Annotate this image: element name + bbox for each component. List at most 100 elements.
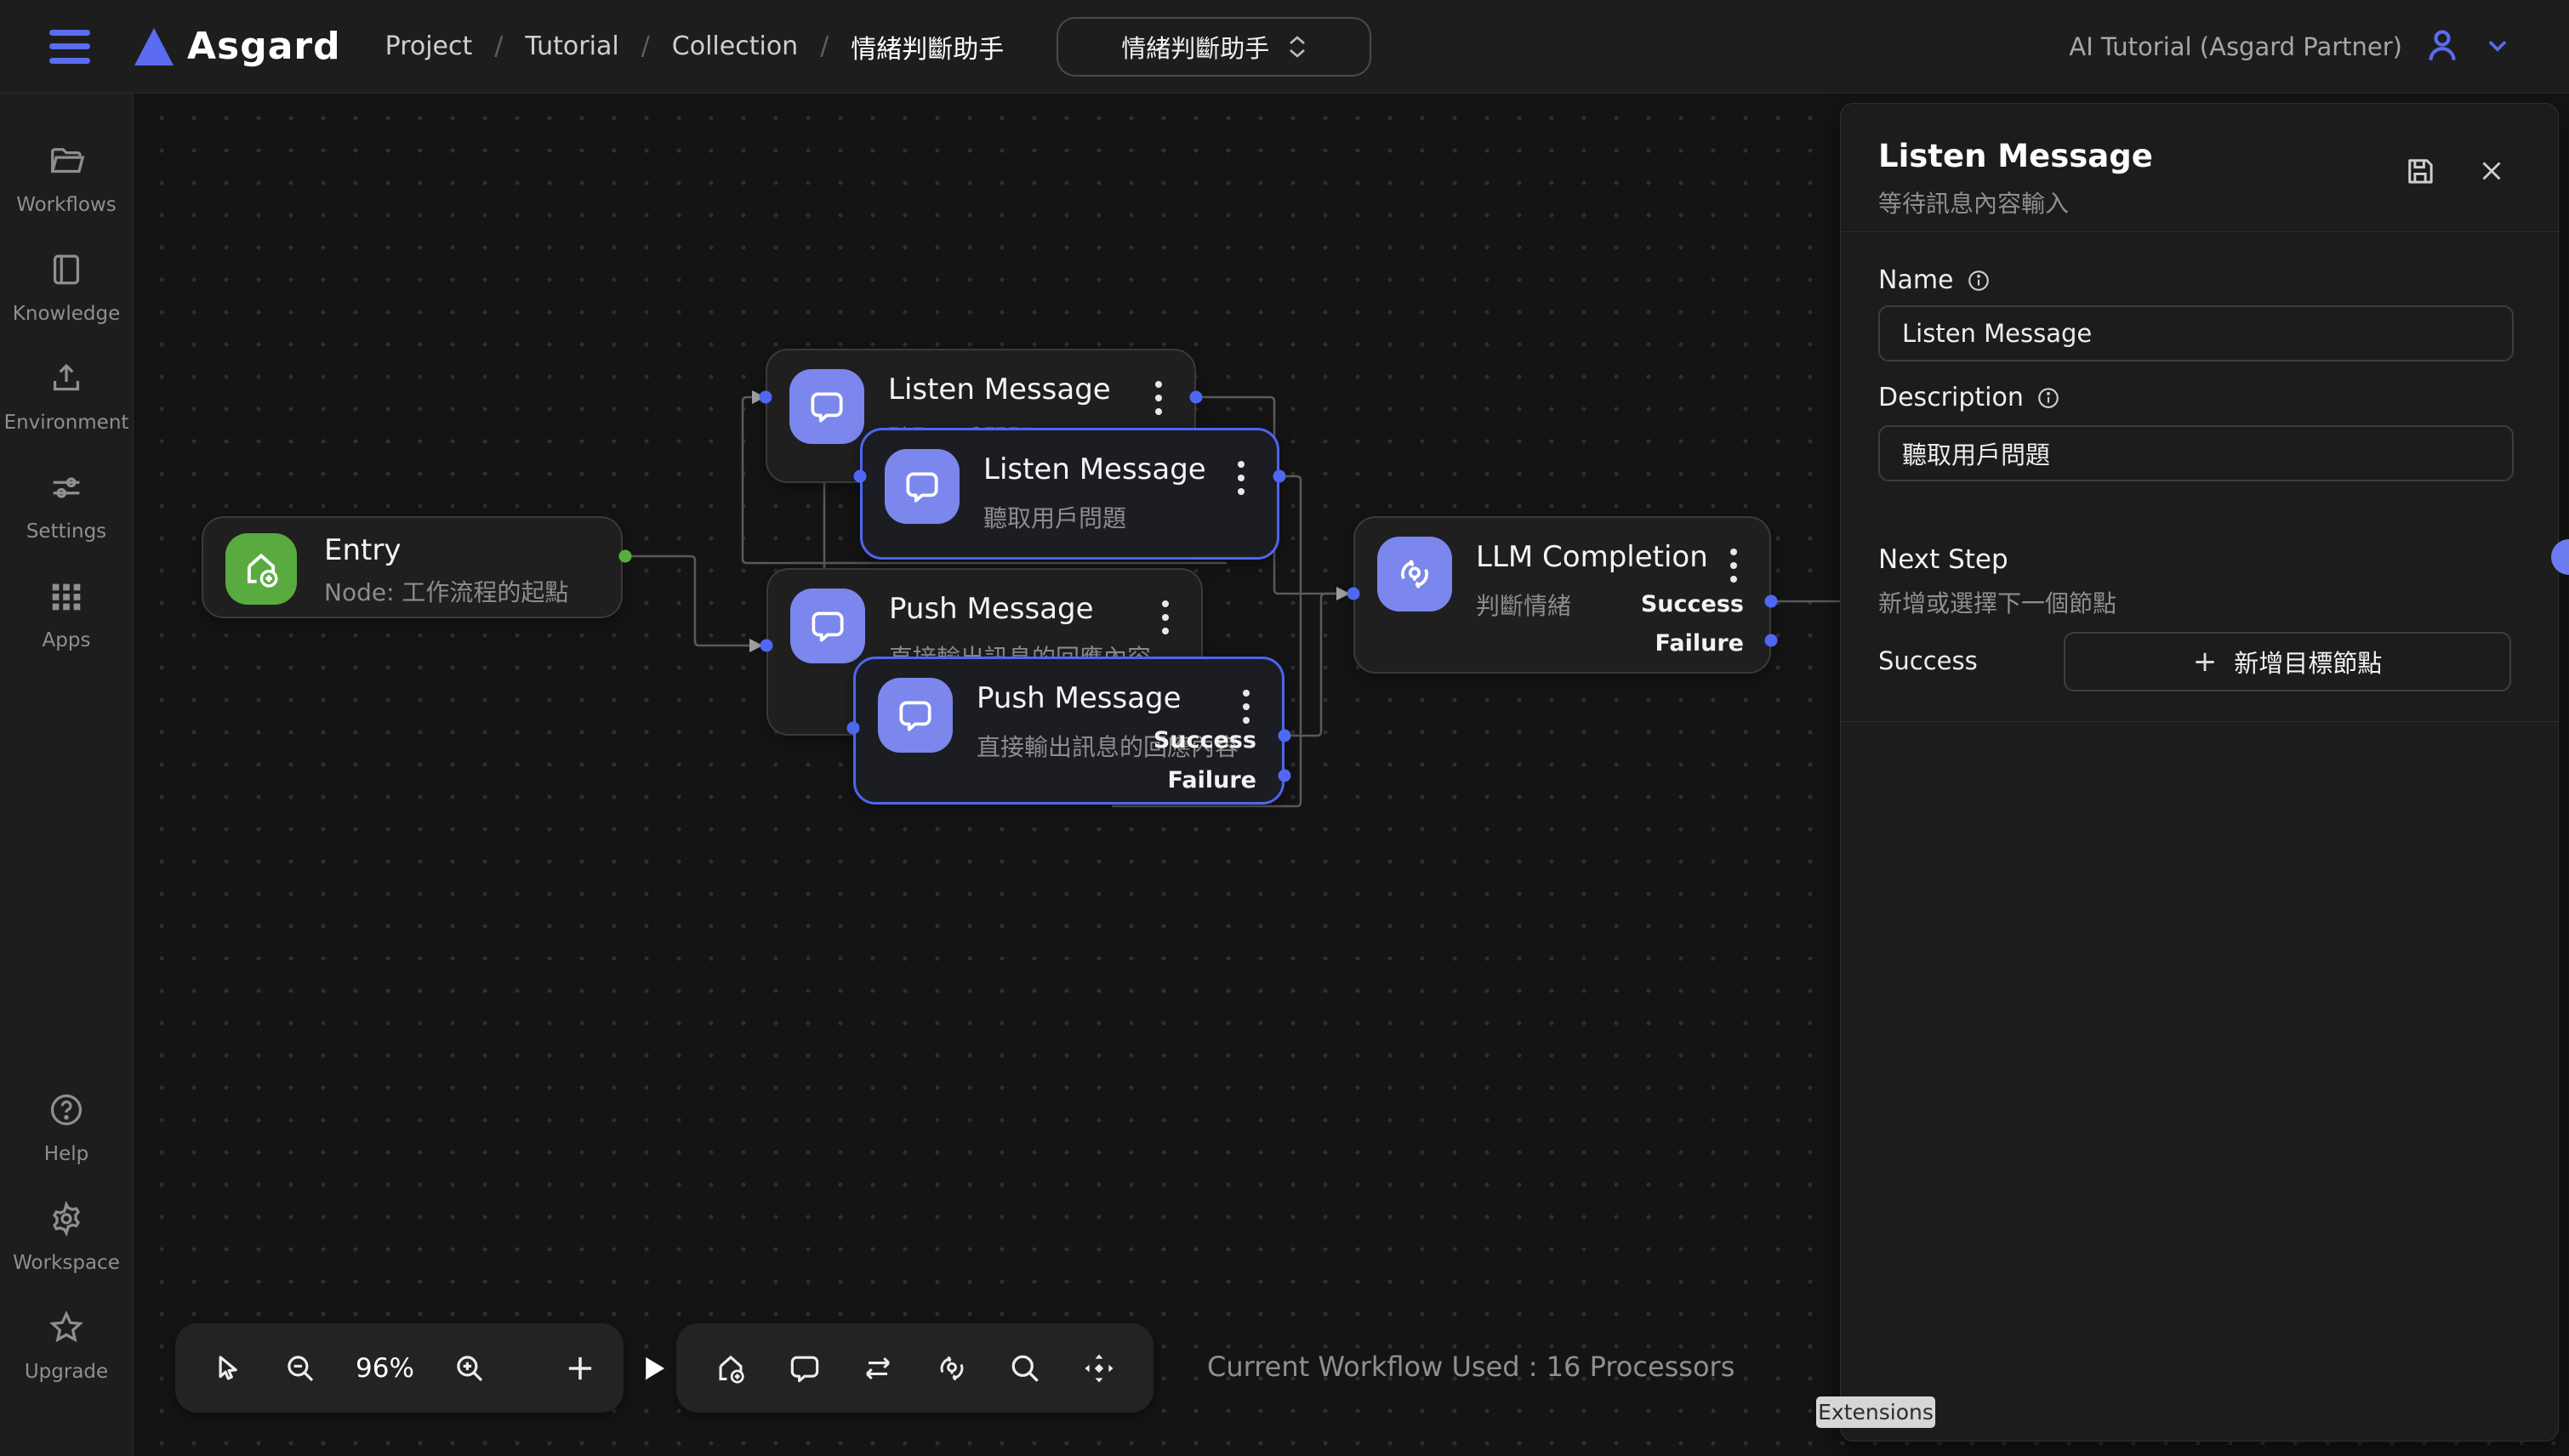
port-entry-output[interactable] — [619, 550, 632, 563]
panel-subtitle: 等待訊息內容輸入 — [1878, 185, 2069, 219]
sidebar-item-apps[interactable]: Apps — [0, 577, 133, 651]
cursor-tool-button[interactable] — [209, 1351, 245, 1386]
name-input[interactable] — [1878, 305, 2514, 361]
plus-icon: + — [2193, 645, 2218, 679]
port-llm-input[interactable] — [1347, 588, 1360, 600]
message-node-icon — [885, 449, 960, 524]
node-subtitle: Node: 工作流程的起點 — [324, 574, 568, 608]
node-title: Listen Message — [888, 373, 1111, 407]
sidebar-item-workspace[interactable]: Workspace — [0, 1199, 133, 1274]
add-node-button[interactable] — [562, 1351, 598, 1386]
node-title: LLM Completion — [1476, 540, 1708, 574]
port-push2-success-output[interactable] — [1279, 730, 1291, 742]
node-menu-icon[interactable] — [1155, 381, 1162, 388]
zoom-out-button[interactable] — [282, 1351, 318, 1386]
search-node-tool-icon[interactable] — [1006, 1350, 1044, 1387]
sidebar-item-label: Knowledge — [13, 303, 120, 325]
port-push2-input[interactable] — [847, 722, 860, 735]
port-push1-input[interactable] — [760, 640, 773, 652]
panel-divider — [1841, 721, 2558, 722]
breadcrumb-separator: / — [820, 31, 829, 61]
llm-node-icon — [1377, 537, 1452, 611]
success-branch-label: Success — [1878, 646, 1978, 675]
port-listen2-output[interactable] — [1273, 470, 1286, 483]
node-title: Push Message — [977, 681, 1182, 715]
port-listen1-input[interactable] — [760, 391, 772, 404]
extensions-tooltip: Extensions — [1816, 1396, 1935, 1428]
save-icon[interactable] — [2402, 153, 2438, 192]
port-llm-success-output[interactable] — [1765, 595, 1778, 608]
node-title: Push Message — [889, 592, 1094, 626]
breadcrumb-separator: / — [494, 31, 503, 61]
port-llm-failure-output[interactable] — [1765, 634, 1778, 647]
chevron-down-icon[interactable] — [2482, 30, 2513, 64]
description-input[interactable] — [1878, 425, 2514, 481]
sidebar-item-help[interactable]: Help — [0, 1090, 133, 1165]
sidebar-item-label: Upgrade — [25, 1361, 108, 1383]
sidebar-item-settings[interactable]: Settings — [0, 468, 133, 543]
sidebar-item-label: Workspace — [13, 1252, 120, 1274]
sidebar-item-label: Apps — [43, 629, 91, 651]
llm-node-tool-icon[interactable] — [933, 1350, 971, 1387]
upload-icon — [47, 359, 86, 403]
message-node-tool-icon[interactable] — [786, 1350, 823, 1387]
menu-icon[interactable] — [49, 30, 90, 64]
sidebar-item-upgrade[interactable]: Upgrade — [0, 1308, 133, 1383]
workflow-selector-dropdown[interactable]: 情緒判斷助手 — [1057, 17, 1371, 77]
extensions-tool-icon[interactable] — [1080, 1350, 1118, 1387]
entry-node-icon — [225, 533, 297, 605]
sidebar-item-workflows[interactable]: Workflows — [0, 141, 133, 216]
breadcrumb-project[interactable]: Project — [385, 31, 473, 61]
gear-icon — [47, 1199, 86, 1243]
asgard-logo-icon — [134, 28, 174, 65]
node-menu-icon[interactable] — [1243, 690, 1250, 697]
output-label-failure: Failure — [1168, 767, 1256, 793]
message-node-icon — [878, 678, 953, 753]
node-push-message-2-selected[interactable]: Push Message 直接輸出訊息的回應內容 Success Failure — [853, 657, 1284, 805]
node-menu-icon[interactable] — [1238, 461, 1245, 468]
panel-divider — [1841, 231, 2558, 232]
breadcrumb-tutorial[interactable]: Tutorial — [525, 31, 618, 61]
port-listen1-output[interactable] — [1190, 391, 1203, 404]
zoom-level: 96% — [356, 1353, 414, 1384]
breadcrumb-collection[interactable]: Collection — [672, 31, 798, 61]
node-inspector-panel: Listen Message 等待訊息內容輸入 Name Description… — [1840, 103, 2559, 1442]
node-listen-message-2-selected[interactable]: Listen Message 聽取用戶問題 — [860, 428, 1279, 560]
node-menu-icon[interactable] — [1730, 549, 1737, 555]
sidebar-item-knowledge[interactable]: Knowledge — [0, 250, 133, 325]
node-menu-icon[interactable] — [1162, 600, 1169, 607]
canvas-zoom-toolbar: 96% — [175, 1323, 624, 1413]
user-icon[interactable] — [2421, 24, 2464, 70]
left-sidebar: Workflows Knowledge Environment Settings — [0, 94, 134, 1456]
close-icon[interactable] — [2475, 155, 2508, 191]
node-llm-completion[interactable]: LLM Completion 判斷情緒 Success Failure — [1353, 516, 1771, 674]
node-palette-toolbar — [676, 1323, 1153, 1413]
node-entry[interactable]: Entry Node: 工作流程的起點 — [202, 516, 623, 618]
top-bar: Asgard Project / Tutorial / Collection /… — [0, 0, 2569, 94]
sidebar-item-label: Settings — [26, 520, 106, 543]
sidebar-item-label: Help — [44, 1143, 88, 1165]
next-step-heading: Next Step — [1878, 544, 2008, 575]
message-node-icon — [790, 589, 865, 663]
node-title: Listen Message — [983, 452, 1206, 486]
entry-node-tool-icon[interactable] — [712, 1350, 749, 1387]
description-field-label: Description — [1878, 383, 2061, 412]
folder-icon — [47, 141, 86, 185]
output-label-failure: Failure — [1655, 630, 1744, 657]
info-icon[interactable] — [1966, 268, 1991, 293]
next-step-subtitle: 新增或選擇下一個節點 — [1878, 585, 2116, 619]
info-icon[interactable] — [2036, 385, 2061, 411]
port-push2-failure-output[interactable] — [1279, 770, 1291, 782]
sidebar-item-environment[interactable]: Environment — [0, 359, 133, 434]
breadcrumb-separator: / — [641, 31, 650, 61]
star-icon — [47, 1308, 86, 1352]
run-workflow-button[interactable] — [635, 1351, 671, 1386]
add-target-node-button[interactable]: + 新增目標節點 — [2064, 632, 2511, 691]
switch-node-tool-icon[interactable] — [859, 1350, 897, 1387]
name-label-text: Name — [1878, 265, 1954, 295]
port-listen2-input[interactable] — [854, 470, 867, 483]
breadcrumb-current-workflow[interactable]: 情緒判斷助手 — [851, 28, 1004, 65]
zoom-in-button[interactable] — [452, 1351, 487, 1386]
add-target-node-label: 新增目標節點 — [2234, 644, 2382, 680]
node-title: Entry — [324, 533, 401, 567]
